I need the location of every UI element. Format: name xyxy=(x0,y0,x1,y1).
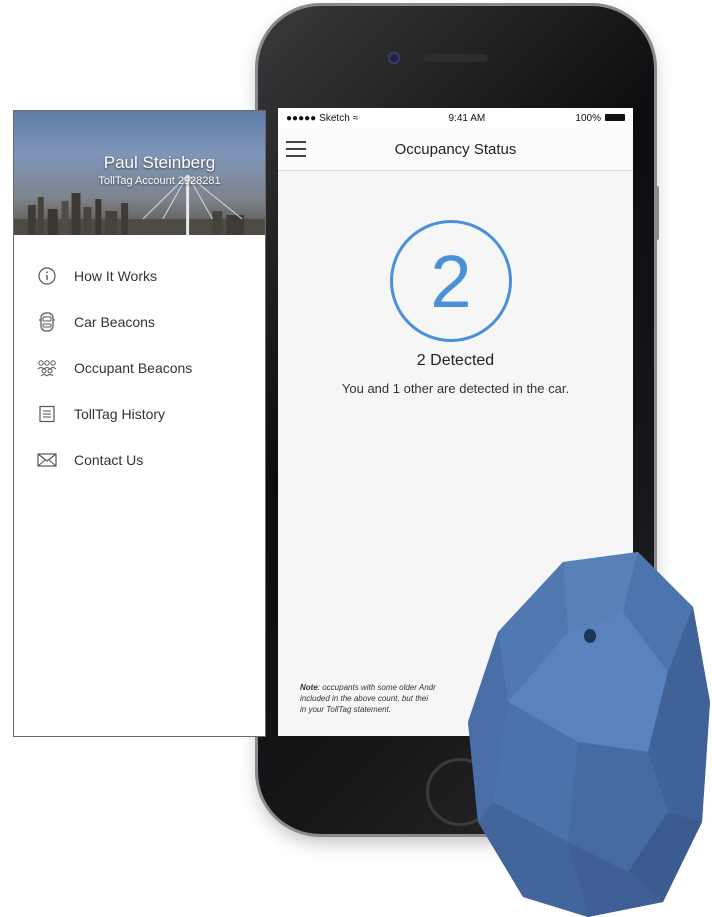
document-icon xyxy=(36,403,58,425)
earpiece xyxy=(424,54,488,62)
side-button xyxy=(654,186,659,240)
wifi-icon: ≈ xyxy=(352,112,359,124)
side-menu-drawer: Paul Steinberg TollTag Account 2928281 H… xyxy=(13,110,266,737)
status-bar: ●●●●● Sketch ≈ 9:41 AM 100% xyxy=(278,108,633,128)
menu-item-occupant-beacons[interactable]: Occupant Beacons xyxy=(14,345,265,391)
menu-item-label: Contact Us xyxy=(74,452,144,468)
occupant-count-circle: 2 xyxy=(390,220,512,342)
note-label: Note xyxy=(300,683,318,692)
menu-item-contact-us[interactable]: Contact Us xyxy=(14,437,265,483)
car-icon xyxy=(36,311,58,333)
carrier-label: Sketch xyxy=(319,112,350,124)
note-line-3: in your TollTag statement. xyxy=(300,705,392,714)
battery-icon xyxy=(605,114,625,122)
page-title: Occupancy Status xyxy=(394,141,517,158)
front-camera xyxy=(388,52,400,64)
beacon-device xyxy=(468,552,710,917)
status-time: 9:41 AM xyxy=(448,112,486,124)
menu-item-label: TollTag History xyxy=(74,406,166,422)
signal-dots-icon: ●●●●● xyxy=(286,112,317,124)
menu-item-label: Car Beacons xyxy=(74,314,155,330)
menu-item-car-beacons[interactable]: Car Beacons xyxy=(14,299,265,345)
navigation-bar: Occupancy Status xyxy=(278,128,633,171)
menu-item-how-it-works[interactable]: How It Works xyxy=(14,253,265,299)
note-text: : occupants with some older Andr xyxy=(317,683,436,692)
menu-list: How It Works Car Beacons Occupant Beacon… xyxy=(14,235,265,483)
profile-header: Paul Steinberg TollTag Account 2928281 xyxy=(14,111,265,235)
battery-group: 100% xyxy=(575,113,625,124)
detected-headline: 2 Detected xyxy=(416,352,495,369)
info-icon xyxy=(36,265,58,287)
people-icon xyxy=(36,357,58,379)
carrier-group: ●●●●● Sketch ≈ xyxy=(286,113,358,124)
menu-item-label: Occupant Beacons xyxy=(74,360,193,376)
detected-description: You and 1 other are detected in the car. xyxy=(341,381,570,396)
envelope-icon xyxy=(36,449,58,471)
battery-percent: 100% xyxy=(575,112,601,124)
menu-item-tolltag-history[interactable]: TollTag History xyxy=(14,391,265,437)
user-name: Paul Steinberg xyxy=(103,153,216,172)
account-number: TollTag Account 2928281 xyxy=(98,175,221,187)
note-line-2: included in the above count, but thei xyxy=(300,694,429,703)
menu-item-label: How It Works xyxy=(74,268,157,284)
